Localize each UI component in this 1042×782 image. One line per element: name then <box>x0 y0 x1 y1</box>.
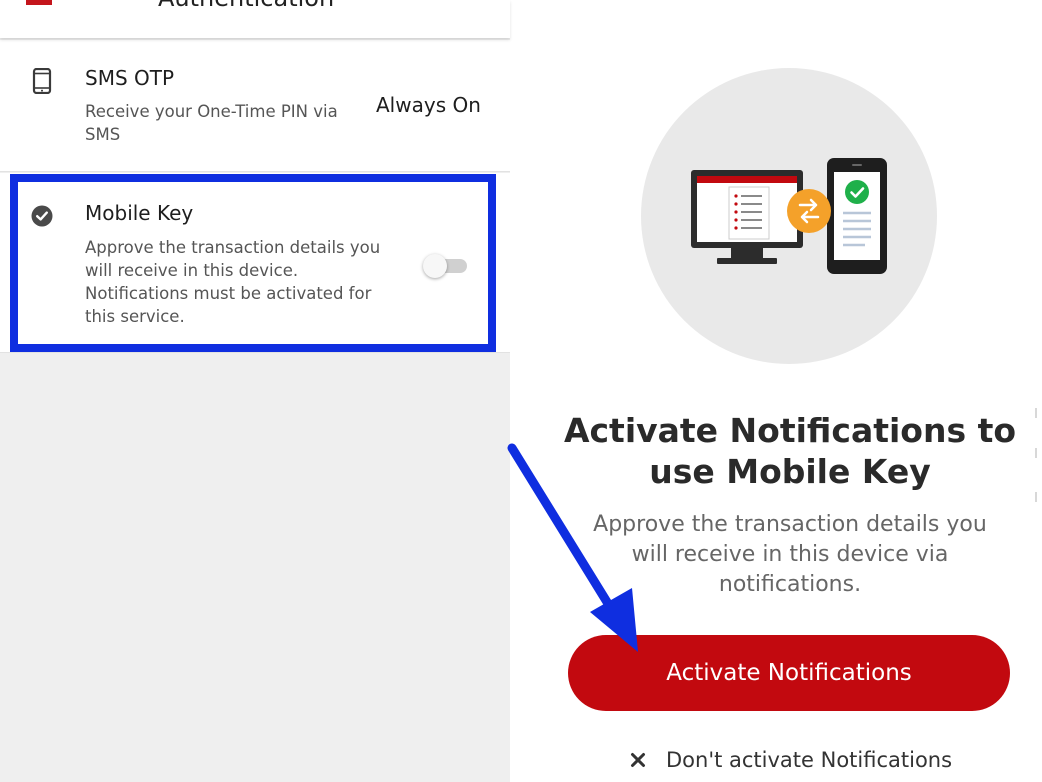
device-sync-illustration <box>691 158 887 274</box>
sms-otp-row: SMS OTP Receive your One-Time PIN via SM… <box>0 40 510 172</box>
close-icon <box>631 753 645 767</box>
menu-icon[interactable] <box>26 0 52 5</box>
phone-icon <box>32 68 52 94</box>
edge-divider <box>1035 492 1037 502</box>
top-bar: Authentication <box>0 0 510 38</box>
sms-otp-description: Receive your One-Time PIN via SMS <box>85 102 338 144</box>
settings-panel: Authentication SMS OTP Receive your One-… <box>0 0 510 782</box>
dont-activate-notifications-link[interactable]: Don't activate Notifications <box>630 745 952 775</box>
dont-activate-label: Don't activate Notifications <box>666 748 953 772</box>
edge-divider <box>1035 448 1037 458</box>
edge-divider <box>1035 408 1037 418</box>
annotation-highlight-box <box>10 174 496 352</box>
annotation-arrow <box>507 443 638 652</box>
sms-otp-status: Always On <box>376 93 481 117</box>
sms-otp-title: SMS OTP <box>85 66 175 90</box>
page-title: Authentication <box>158 0 334 12</box>
activation-dialog: Activate Notifications to use Mobile Key… <box>510 0 1042 782</box>
